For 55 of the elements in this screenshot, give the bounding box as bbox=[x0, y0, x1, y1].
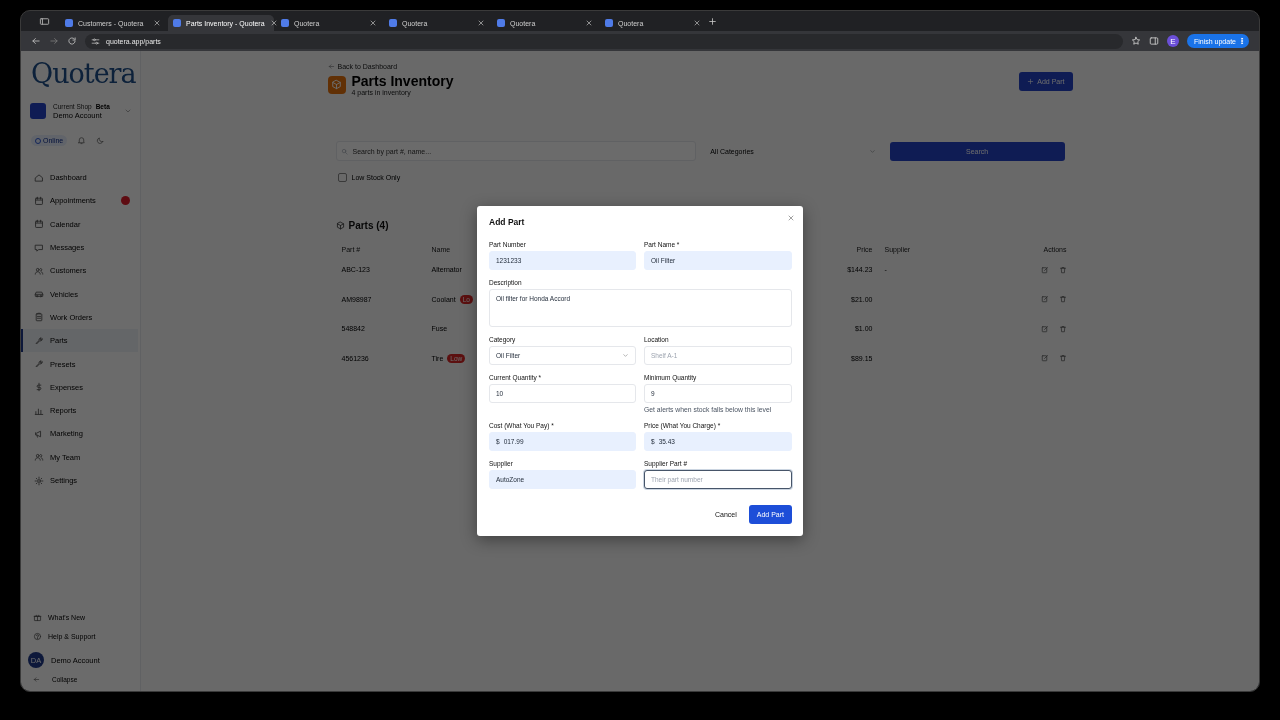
arrow-left-icon bbox=[327, 63, 335, 70]
bookmark-star-icon[interactable] bbox=[1130, 36, 1141, 46]
close-icon[interactable] bbox=[153, 19, 161, 27]
calendar-icon bbox=[34, 219, 44, 230]
profile-avatar[interactable]: E bbox=[1166, 35, 1179, 47]
megaphone-icon bbox=[34, 428, 44, 439]
trash-icon[interactable] bbox=[1058, 295, 1067, 304]
side-panel-icon[interactable] bbox=[1148, 36, 1159, 46]
close-icon[interactable] bbox=[787, 214, 795, 222]
cube-icon bbox=[331, 79, 342, 90]
more-icon bbox=[1238, 37, 1246, 45]
search-icon bbox=[340, 147, 348, 155]
close-icon[interactable] bbox=[585, 19, 593, 27]
favicon-icon bbox=[281, 19, 289, 27]
dialog-title: Add Part bbox=[489, 217, 526, 227]
house-icon bbox=[34, 172, 44, 183]
calendar-icon bbox=[34, 195, 44, 206]
close-icon[interactable] bbox=[269, 19, 278, 27]
chevron-down-icon bbox=[868, 147, 876, 155]
favicon-icon bbox=[497, 19, 505, 27]
cube-icon bbox=[335, 221, 345, 230]
trash-icon[interactable] bbox=[1058, 354, 1067, 363]
clipboard-icon bbox=[34, 312, 44, 323]
plus-icon bbox=[1027, 78, 1035, 85]
favicon-icon bbox=[173, 19, 181, 27]
close-icon[interactable] bbox=[693, 19, 701, 27]
car-icon bbox=[34, 289, 44, 300]
app-logo[interactable]: Quotera bbox=[31, 59, 136, 89]
chevron-down-icon bbox=[622, 352, 629, 359]
people-icon bbox=[34, 265, 44, 276]
favicon-icon bbox=[389, 19, 397, 27]
checkbox[interactable] bbox=[337, 173, 347, 182]
new-tab-icon[interactable] bbox=[708, 16, 717, 26]
reload-icon[interactable] bbox=[67, 36, 77, 46]
dollar-icon bbox=[34, 382, 44, 393]
trash-icon[interactable] bbox=[1058, 324, 1067, 333]
gear-icon bbox=[34, 475, 44, 486]
people-icon bbox=[34, 452, 44, 463]
help-icon bbox=[33, 632, 42, 641]
wrench-icon bbox=[34, 335, 44, 346]
favicon-icon bbox=[605, 19, 613, 27]
wrench-icon bbox=[34, 359, 44, 369]
trash-icon[interactable] bbox=[1058, 265, 1067, 274]
site-settings-icon[interactable] bbox=[91, 36, 100, 46]
page-title: Parts Inventory bbox=[351, 73, 454, 89]
back-icon[interactable] bbox=[31, 36, 41, 46]
gift-icon bbox=[33, 613, 42, 622]
tab-groups-icon[interactable] bbox=[39, 15, 50, 27]
collapse-icon bbox=[33, 676, 40, 683]
chat-icon bbox=[34, 242, 44, 253]
chevron-down-icon bbox=[123, 107, 132, 115]
close-icon[interactable] bbox=[477, 19, 485, 27]
favicon-icon bbox=[65, 19, 73, 27]
close-icon[interactable] bbox=[369, 19, 377, 27]
section-title: Parts (4) bbox=[348, 220, 389, 231]
